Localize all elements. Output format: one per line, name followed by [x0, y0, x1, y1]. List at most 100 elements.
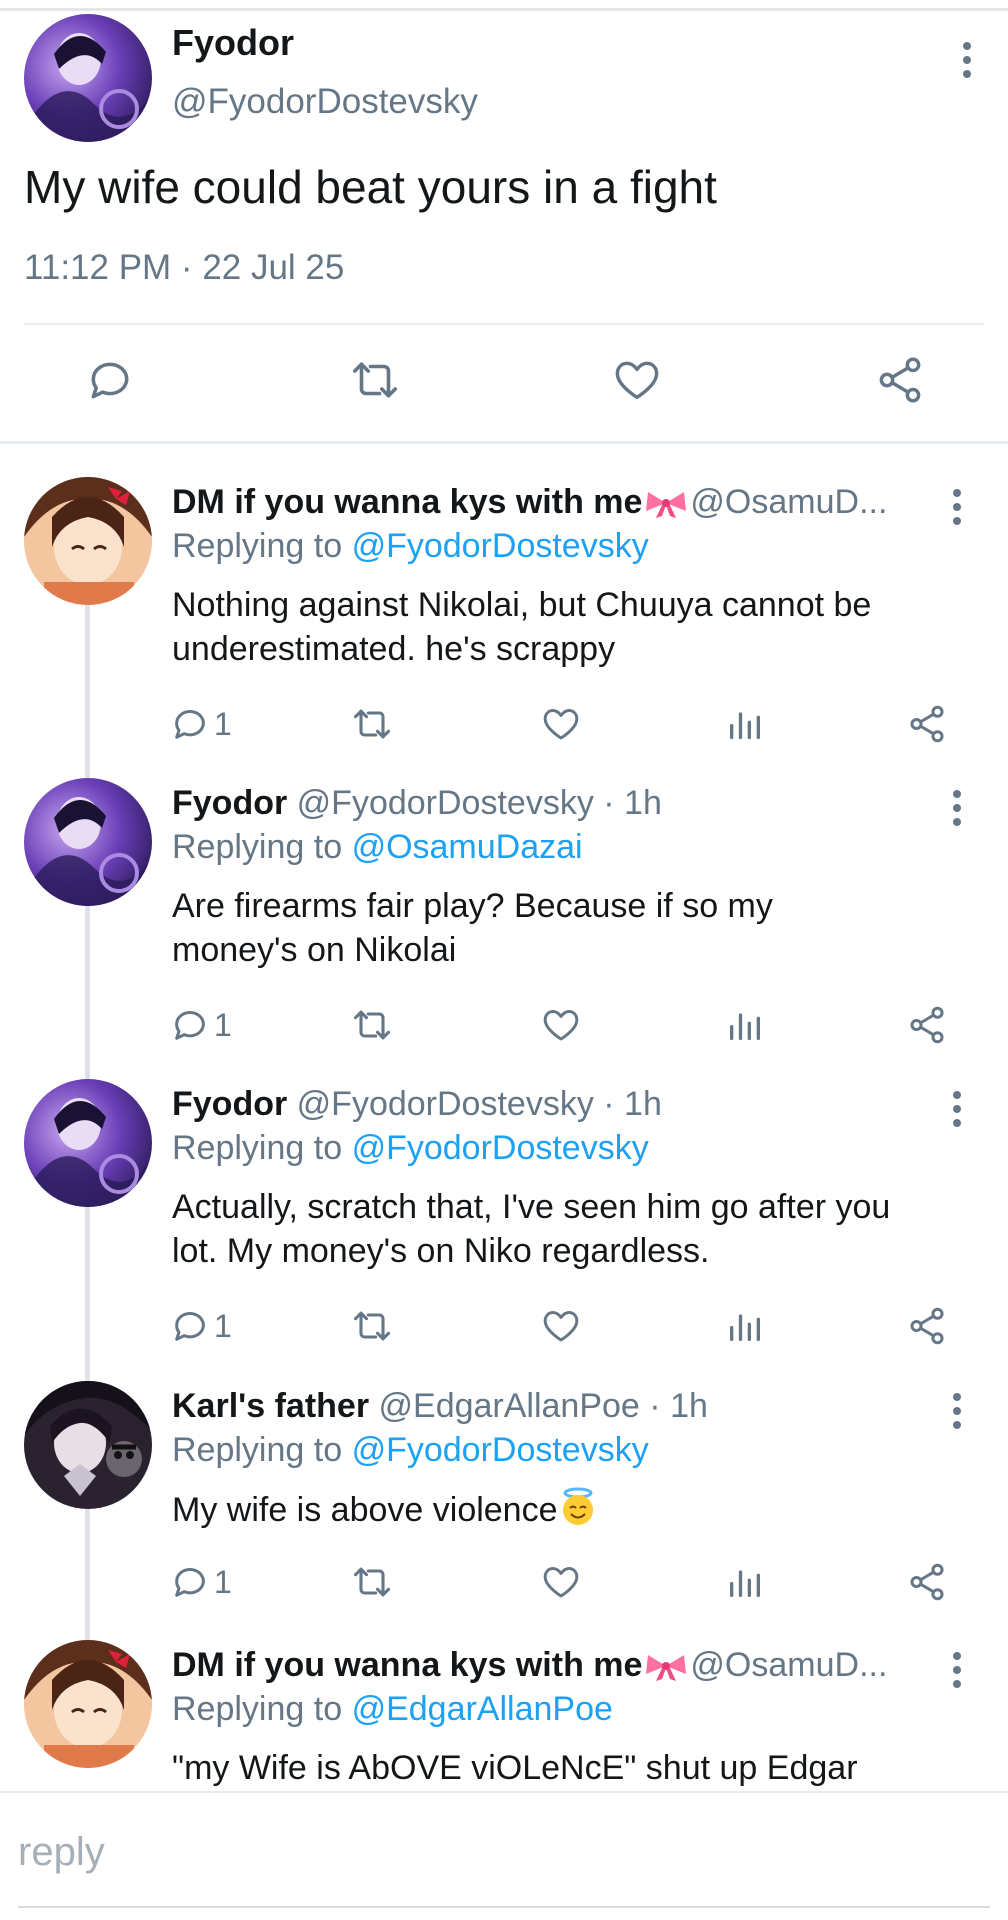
- retweet-icon[interactable]: [345, 350, 405, 410]
- reply-actions: 1: [0, 699, 1008, 749]
- mention-link[interactable]: @FyodorDostevsky: [352, 527, 649, 565]
- reply-count: 1: [214, 705, 232, 742]
- like-icon[interactable]: [540, 1301, 582, 1351]
- author-handle[interactable]: @FyodorDostevsky: [297, 784, 594, 822]
- reply-icon: [175, 1011, 205, 1040]
- thread-line: [85, 605, 90, 780]
- reply-time: · 1h: [649, 1387, 708, 1425]
- mention-link[interactable]: @FyodorDostevsky: [352, 1129, 649, 1167]
- tweet-actions: [0, 350, 1008, 420]
- analytics-icon[interactable]: [725, 1301, 765, 1351]
- reply-text-line: Nothing against Nikolai, but Chuuya cann…: [172, 586, 872, 624]
- author-name[interactable]: Fyodor: [172, 1085, 287, 1123]
- share-icon[interactable]: [906, 1000, 948, 1050]
- mention-link[interactable]: @EdgarAllanPoe: [352, 1690, 613, 1728]
- replying-label: Replying to: [172, 1129, 343, 1167]
- like-icon[interactable]: [540, 1000, 582, 1050]
- more-options-icon[interactable]: [952, 1393, 962, 1429]
- reply-text-line: money's on Nikolai: [172, 931, 457, 969]
- author-name[interactable]: DM if you wanna kys with me: [172, 483, 642, 521]
- share-icon[interactable]: [870, 350, 930, 410]
- divider: [24, 323, 984, 325]
- reply-text: "my Wife is AbOVE viOLeNcE" shut up Edga…: [172, 1746, 972, 1790]
- avatar[interactable]: [24, 778, 152, 906]
- avatar[interactable]: [24, 14, 152, 142]
- reply-actions: 1: [0, 1301, 1008, 1351]
- reply-header: Fyodor @FyodorDostevsky · 1h: [172, 784, 662, 823]
- tweet-timestamp: 11:12 PM · 22 Jul 25: [24, 248, 345, 287]
- reply-time: · 1h: [603, 784, 662, 822]
- author-handle[interactable]: @OsamuD...: [690, 483, 887, 521]
- more-options-icon[interactable]: [952, 790, 962, 826]
- analytics-icon[interactable]: [725, 1557, 765, 1607]
- avatar[interactable]: [24, 1381, 152, 1509]
- retweet-icon[interactable]: [350, 1000, 394, 1050]
- avatar[interactable]: [24, 1640, 152, 1768]
- author-handle[interactable]: @FyodorDostevsky: [297, 1085, 594, 1123]
- avatar[interactable]: [24, 477, 152, 605]
- thread-line: [85, 906, 90, 1081]
- replying-to: Replying to @FyodorDostevsky: [172, 1129, 649, 1168]
- author-name[interactable]: Karl's father: [172, 1387, 369, 1425]
- reply-text-line: "my Wife is AbOVE viOLeNcE" shut up Edga…: [172, 1749, 858, 1787]
- share-icon[interactable]: [906, 699, 948, 749]
- reply-text-content: My wife is above violence: [172, 1491, 558, 1529]
- retweet-icon[interactable]: [350, 699, 394, 749]
- replying-to: Replying to @OsamuDazai: [172, 828, 583, 867]
- mention-link[interactable]: @FyodorDostevsky: [352, 1431, 649, 1469]
- avatar[interactable]: [24, 1079, 152, 1207]
- author-handle[interactable]: @EdgarAllanPoe: [379, 1387, 640, 1425]
- tweet-text: My wife could beat yours in a fight: [24, 161, 717, 213]
- ribbon-emoji: [646, 1655, 687, 1682]
- reply-actions: 1: [0, 1000, 1008, 1050]
- like-icon[interactable]: [607, 350, 667, 410]
- author-name[interactable]: DM if you wanna kys with me: [172, 1646, 642, 1684]
- reply-count: 1: [214, 1563, 232, 1600]
- reply-header: Karl's father @EdgarAllanPoe · 1h: [172, 1387, 708, 1426]
- replying-to: Replying to @FyodorDostevsky: [172, 527, 649, 566]
- share-icon[interactable]: [906, 1301, 948, 1351]
- reply-text: My wife is above violence: [172, 1487, 972, 1532]
- reply-text-line: My wife is above violence: [172, 1487, 972, 1532]
- more-options-icon[interactable]: [952, 1091, 962, 1127]
- like-icon[interactable]: [540, 1557, 582, 1607]
- reply-text: Are firearms fair play? Because if so my…: [172, 884, 972, 972]
- replying-label: Replying to: [172, 1431, 343, 1469]
- reply-icon: [175, 1568, 205, 1597]
- mention-link[interactable]: @OsamuDazai: [352, 828, 583, 866]
- reply-input[interactable]: [18, 1822, 988, 1882]
- author-handle[interactable]: @FyodorDostevsky: [172, 82, 478, 122]
- author-name[interactable]: Fyodor: [172, 784, 287, 822]
- reply-text: Actually, scratch that, I've seen him go…: [172, 1185, 1002, 1273]
- replying-to: Replying to @EdgarAllanPoe: [172, 1690, 613, 1729]
- reply-count: 1: [214, 1006, 232, 1043]
- smiling-face-with-halo-emoji: [562, 1487, 593, 1525]
- ribbon-emoji: [646, 492, 687, 519]
- reply-count: 1: [214, 1307, 232, 1344]
- replying-label: Replying to: [172, 1690, 343, 1728]
- share-icon[interactable]: [906, 1557, 948, 1607]
- more-options-icon[interactable]: [952, 489, 962, 525]
- analytics-icon[interactable]: [725, 699, 765, 749]
- reply-time: · 1h: [603, 1085, 662, 1123]
- analytics-icon[interactable]: [725, 1000, 765, 1050]
- more-options-icon[interactable]: [962, 42, 972, 78]
- reply-button[interactable]: 1: [170, 1301, 232, 1351]
- replying-label: Replying to: [172, 527, 343, 565]
- reply-button[interactable]: 1: [170, 1557, 232, 1607]
- more-options-icon[interactable]: [952, 1652, 962, 1688]
- like-icon[interactable]: [540, 699, 582, 749]
- replying-label: Replying to: [172, 828, 343, 866]
- reply-text-line: Are firearms fair play? Because if so my: [172, 887, 773, 925]
- reply-text: Nothing against Nikolai, but Chuuya cann…: [172, 583, 972, 671]
- reply-icon: [175, 710, 205, 739]
- retweet-icon[interactable]: [350, 1557, 394, 1607]
- reply-button[interactable]: 1: [170, 699, 232, 749]
- retweet-icon[interactable]: [350, 1301, 394, 1351]
- reply-icon[interactable]: [80, 350, 140, 410]
- reply-button[interactable]: 1: [170, 1000, 232, 1050]
- reply-text-line: Actually, scratch that, I've seen him go…: [172, 1188, 891, 1226]
- author-name[interactable]: Fyodor: [172, 22, 294, 64]
- author-handle[interactable]: @OsamuD...: [690, 1646, 887, 1684]
- reply-actions: 1: [0, 1557, 1008, 1607]
